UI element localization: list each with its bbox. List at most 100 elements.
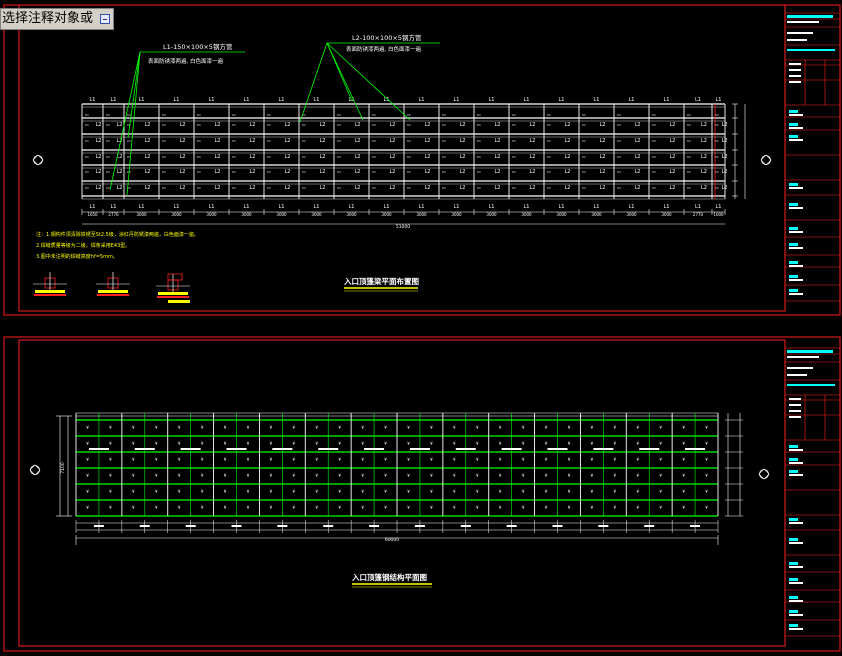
member-tag: ▭ [687, 185, 691, 190]
section-label [272, 448, 293, 450]
title-block-text [789, 114, 803, 116]
connection-mark: ¥ [522, 441, 525, 446]
connection-mark: ¥ [109, 505, 112, 510]
connection-mark: ¥ [270, 473, 273, 478]
member-tag: ▭ [85, 154, 89, 159]
member-tag: ▭ [715, 169, 719, 174]
member-tag: ▭ [582, 112, 586, 117]
member-label-L2: L2 [145, 138, 151, 144]
title-block-text [787, 367, 813, 369]
connection-mark: ¥ [293, 489, 296, 494]
connection-mark: ¥ [155, 441, 158, 446]
member-tag: ▭ [106, 112, 110, 117]
member-tag: ▭ [372, 154, 376, 159]
dimension-label: 3000 [346, 212, 357, 217]
connection-mark: ¥ [636, 489, 639, 494]
member-label-L2: L2 [460, 122, 466, 128]
member-label-L2: L2 [600, 122, 606, 128]
connection-mark: ¥ [568, 441, 571, 446]
member-tag: ▭ [197, 122, 201, 127]
dimension-label [506, 525, 517, 527]
member-label-L1: L1 [111, 204, 117, 210]
member-label-L2: L2 [635, 169, 641, 175]
left-dimension: 7100 [60, 462, 66, 474]
note-L1: L1-150×100×5钢方管 [163, 42, 233, 51]
member-tag: ▭ [442, 138, 446, 143]
member-tag: ▭ [582, 185, 586, 190]
command-prompt[interactable]: 选择注释对象或 [0, 8, 114, 30]
connection-mark: ¥ [109, 457, 112, 462]
section-label [501, 448, 522, 450]
connection-mark: ¥ [545, 457, 548, 462]
section-label [593, 448, 614, 450]
connection-mark: ¥ [247, 457, 250, 462]
member-label-L2: L2 [495, 122, 501, 128]
connection-mark: ¥ [293, 441, 296, 446]
dimension-label: 2770 [108, 212, 119, 217]
member-label-L2: L2 [355, 138, 361, 144]
title-block-text [789, 63, 801, 65]
connection-mark: ¥ [270, 441, 273, 446]
section-label [226, 448, 247, 450]
member-tag: ▭ [372, 138, 376, 143]
note-L2-sub: 表面防锈漆两遍, 白色面漆一遍 [346, 45, 421, 53]
member-label-L2: L2 [390, 154, 396, 160]
member-label-L1: L1 [174, 97, 180, 103]
title-block-text [789, 600, 803, 602]
member-label-L2: L2 [250, 185, 256, 191]
dimension-label [93, 525, 104, 527]
dimension-label [185, 525, 196, 527]
title-block-text [789, 279, 803, 281]
connection-mark: ¥ [132, 505, 135, 510]
member-tag: ▭ [267, 122, 271, 127]
cad-model-space[interactable]: L1 L1 L2 ▭ L2 ▭ L2 ▭ L2 ▭ L2 ▭ ▭ L1 L1 L2 ▭ L2 ▭ L2 ▭ L2 ▭ L2 ▭ ▭… [0, 0, 842, 656]
connection-mark: ¥ [407, 425, 410, 430]
member-tag: ▭ [407, 112, 411, 117]
title-block-text [789, 410, 801, 412]
connection-mark: ¥ [224, 441, 227, 446]
member-label-L2: L2 [565, 185, 571, 191]
section-label [685, 448, 706, 450]
member-label-L1: L1 [349, 204, 355, 210]
member-label-L1: L1 [419, 97, 425, 103]
member-label-L2: L2 [722, 122, 728, 128]
connection-mark: ¥ [522, 457, 525, 462]
connection-mark: ¥ [361, 473, 364, 478]
connection-mark: ¥ [201, 457, 204, 462]
member-label-L2: L2 [117, 169, 123, 175]
member-label-L2: L2 [180, 185, 186, 191]
connection-mark: ¥ [315, 425, 318, 430]
member-label-L2: L2 [390, 122, 396, 128]
member-label-L1: L1 [90, 204, 96, 210]
member-label-L2: L2 [180, 169, 186, 175]
member-label-L2: L2 [285, 169, 291, 175]
connection-mark: ¥ [201, 505, 204, 510]
connection-mark: ¥ [86, 425, 89, 430]
member-tag: ▭ [232, 185, 236, 190]
dimension-label [231, 525, 242, 527]
member-tag: ▭ [232, 169, 236, 174]
member-tag: ▭ [302, 122, 306, 127]
title-block-text [789, 445, 798, 448]
connection-mark: ¥ [453, 457, 456, 462]
title-block-text [789, 398, 801, 400]
dimension-label: 3000 [486, 212, 497, 217]
member-label-L1: L1 [594, 97, 600, 103]
connection-mark: ¥ [361, 489, 364, 494]
member-label-L1: L1 [524, 97, 530, 103]
dimension-label [277, 525, 288, 527]
member-label-L1: L1 [559, 97, 565, 103]
title-block-text [789, 243, 798, 246]
member-label-L2: L2 [495, 185, 501, 191]
title-block-text [787, 374, 807, 376]
connection-mark: ¥ [545, 473, 548, 478]
member-tag: ▭ [162, 138, 166, 143]
member-tag: ▭ [197, 169, 201, 174]
plus-box-icon[interactable] [100, 14, 110, 24]
member-label-L2: L2 [722, 169, 728, 175]
title-block-text [789, 538, 798, 541]
connection-mark: ¥ [614, 489, 617, 494]
title-block-text [789, 582, 803, 584]
connection-mark: ¥ [361, 441, 364, 446]
member-tag: ▭ [547, 185, 551, 190]
